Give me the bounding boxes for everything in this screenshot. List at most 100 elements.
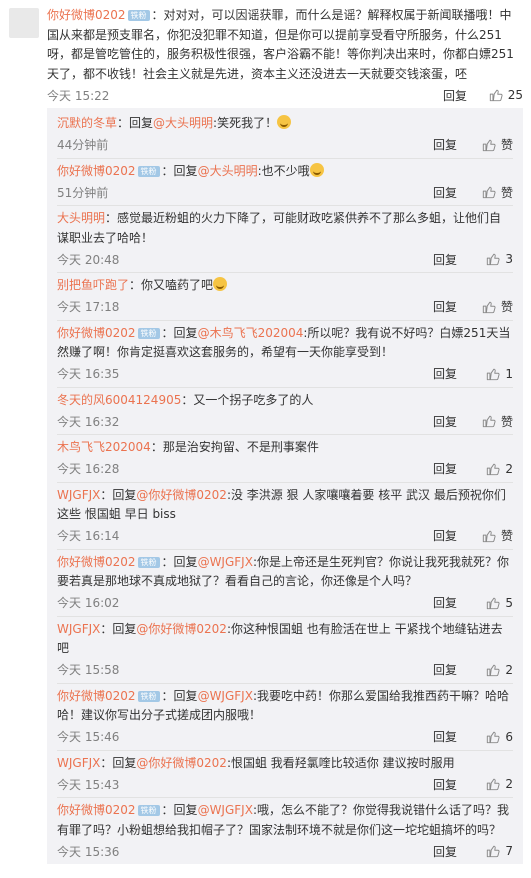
mention-link[interactable]: @大头明明: [153, 116, 213, 130]
fan-badge[interactable]: 铁粉: [137, 165, 160, 177]
reply-content: ：感觉最近粉蛆的火力下降了，可能财政吃紧供养不了那么多蛆，让他们自谋职业去了哈哈…: [57, 211, 502, 245]
reply-time: 今天 17:18: [57, 300, 120, 314]
reply-meta: 今天 16:28 回复 2: [57, 458, 513, 480]
reply-username[interactable]: 木鸟飞飞202004: [57, 440, 151, 454]
like-button[interactable]: 2: [473, 462, 513, 476]
like-button[interactable]: 赞: [473, 527, 513, 544]
reply-username[interactable]: 别把鱼吓跑了: [57, 278, 129, 292]
mention-link[interactable]: @WJGFJX: [198, 689, 253, 703]
fan-badge[interactable]: 铁粉: [137, 556, 160, 568]
reply-button[interactable]: 回复: [433, 251, 473, 268]
like-button[interactable]: 7: [473, 844, 513, 858]
reply-item: 沉默的冬草：回复@大头明明:笑死我了！ 44分钟前 回复 赞: [57, 111, 513, 159]
reply-username[interactable]: 你好微博0202: [57, 326, 136, 340]
reply-username[interactable]: 你好微博0202: [57, 164, 136, 178]
reply-content: ：那是治安拘留、不是刑事案件: [150, 440, 319, 454]
reply-content: :恨国蛆 我看羟氯喹比较适你 建议按时服用: [226, 755, 455, 770]
reply-button[interactable]: 回复: [433, 594, 473, 611]
like-count: 7: [505, 844, 513, 858]
reply-meta: 今天 16:02 回复 5: [57, 592, 513, 614]
reply-time: 今天 16:02: [57, 596, 120, 610]
reply-time: 今天 15:46: [57, 730, 120, 744]
like-button[interactable]: 1: [473, 367, 513, 381]
reply-item: 你好微博0202 铁粉 ：回复@WJGFJX:哦，怎么不能了？你觉得我说错什么话了吗…: [57, 798, 513, 864]
reply-text: WJGFJX：回复@你好微博0202:你这种恨国蛆 也有脸活在世上 干紧找个地缝…: [57, 620, 513, 659]
reply-username[interactable]: 你好微博0202: [57, 803, 136, 817]
thumbs-up-icon: [486, 777, 500, 791]
like-count: 2: [505, 461, 513, 476]
reply-meta: 今天 16:35 回复 1: [57, 363, 513, 385]
laughing-emoji-icon: [213, 277, 228, 291]
reply-button[interactable]: 回复: [433, 413, 473, 430]
like-count: 赞: [500, 185, 513, 200]
mention-link[interactable]: @大头明明: [198, 164, 258, 178]
like-button[interactable]: 赞: [473, 413, 513, 430]
mention-link[interactable]: @你好微博0202: [136, 756, 227, 770]
thumbs-up-icon: [489, 88, 503, 102]
reply-button[interactable]: 回复: [433, 843, 473, 860]
reply-username[interactable]: WJGFJX: [57, 488, 100, 502]
like-button[interactable]: 赞: [473, 184, 513, 201]
reply-username[interactable]: WJGFJX: [57, 622, 100, 636]
reply-prefix: ：回复: [100, 621, 137, 636]
reply-button[interactable]: 回复: [433, 661, 473, 678]
reply-button[interactable]: 回复: [433, 527, 473, 544]
like-count: 赞: [500, 138, 513, 152]
reply-text: WJGFJX：回复@你好微博0202:没 李洪源 狠 人家嚷嚷着要 核平 武汉 …: [57, 486, 513, 525]
reply-button[interactable]: 回复: [433, 365, 473, 382]
thumbs-up-icon: [482, 529, 496, 543]
like-button[interactable]: 6: [473, 730, 513, 744]
like-button[interactable]: 25: [483, 88, 523, 102]
like-button[interactable]: 5: [473, 596, 513, 610]
reply-username[interactable]: 你好微博0202: [57, 555, 136, 569]
reply-button[interactable]: 回复: [433, 184, 473, 201]
thumbs-up-icon: [482, 138, 496, 152]
reply-button[interactable]: 回复: [433, 136, 473, 153]
reply-prefix: ：回复: [100, 487, 137, 502]
reply-list: 沉默的冬草：回复@大头明明:笑死我了！ 44分钟前 回复赞你好微博0202 铁粉 ：回复…: [47, 108, 523, 864]
reply-meta: 今天 15:46 回复 6: [57, 726, 513, 748]
reply-content: ：又一个拐子吃多了的人: [181, 392, 314, 407]
thumbs-up-icon: [486, 367, 500, 381]
like-button[interactable]: 3: [473, 252, 513, 266]
reply-prefix: ：回复: [161, 163, 198, 178]
reply-prefix: ：回复: [161, 325, 198, 340]
reply-username[interactable]: 沉默的冬草: [57, 116, 117, 130]
like-count: 3: [505, 252, 513, 266]
reply-item: WJGFJX：回复@你好微博0202:恨国蛆 我看羟氯喹比较适你 建议按时服用今…: [57, 751, 513, 798]
reply-username[interactable]: WJGFJX: [57, 756, 100, 770]
like-button[interactable]: 2: [473, 777, 513, 791]
like-count: 1: [505, 366, 513, 381]
comment-username[interactable]: 你好微博0202: [47, 8, 126, 22]
reply-button[interactable]: 回复: [443, 87, 483, 104]
mention-link[interactable]: @你好微博0202: [136, 622, 227, 636]
reply-button[interactable]: 回复: [433, 728, 473, 745]
reply-username[interactable]: 你好微博0202: [57, 689, 136, 703]
reply-username[interactable]: 大头明明: [57, 211, 105, 225]
user-avatar[interactable]: [9, 8, 39, 38]
mention-link[interactable]: @WJGFJX: [198, 555, 253, 569]
reply-time: 今天 15:58: [57, 663, 120, 677]
reply-button[interactable]: 回复: [433, 298, 473, 315]
reply-time: 今天 15:43: [57, 777, 120, 792]
mention-link[interactable]: @你好微博0202: [136, 488, 227, 502]
reply-username[interactable]: 冬天的风6004124905: [57, 393, 181, 407]
reply-item: 你好微博0202 铁粉 ：回复@WJGFJX:我要吃中药！你那么爱国给我推西药干嘛？…: [57, 684, 513, 751]
laughing-emoji-icon: [277, 115, 292, 129]
reply-button[interactable]: 回复: [433, 460, 473, 477]
reply-meta: 51分钟前 回复 赞: [57, 181, 513, 203]
thumbs-up-icon: [486, 252, 500, 266]
fan-badge[interactable]: 铁粉: [137, 805, 160, 816]
fan-badge[interactable]: 铁粉: [137, 327, 160, 339]
mention-link[interactable]: @WJGFJX: [198, 803, 253, 817]
fan-badge[interactable]: 铁粉: [127, 10, 150, 21]
reply-button[interactable]: 回复: [433, 776, 473, 793]
fan-badge[interactable]: 铁粉: [137, 690, 160, 702]
like-button[interactable]: 赞: [473, 298, 513, 315]
mention-link[interactable]: @木鸟飞飞202004: [198, 326, 304, 340]
comment-meta: 今天 15:22 回复 25: [47, 84, 523, 106]
like-button[interactable]: 赞: [473, 136, 513, 153]
reply-meta: 今天 16:14 回复 赞: [57, 525, 513, 547]
like-button[interactable]: 2: [473, 663, 513, 677]
main-comment: 你好微博0202 铁粉 ：对对对，可以因谣获罪，而什么是谣？解释权属于新闻联播哦！中…: [0, 0, 531, 106]
